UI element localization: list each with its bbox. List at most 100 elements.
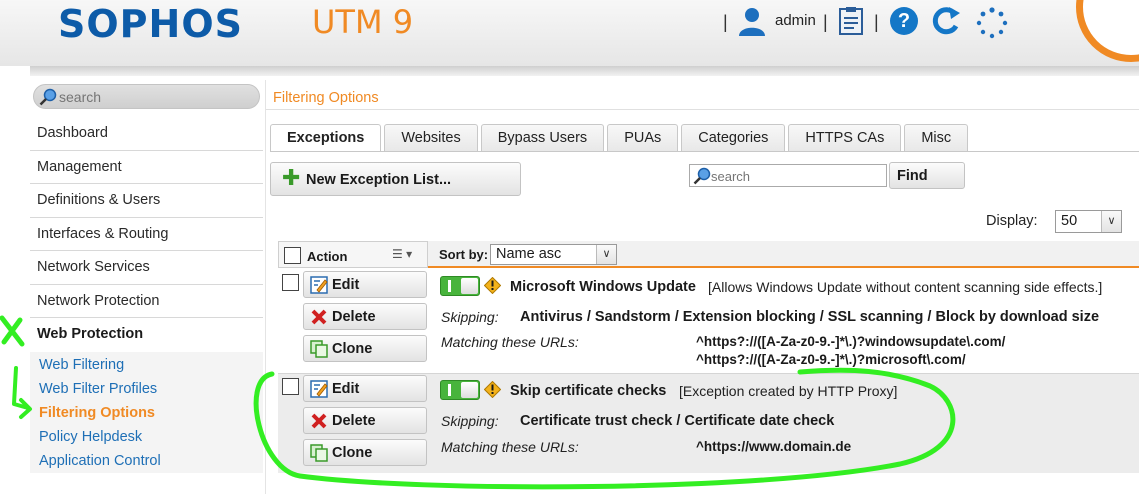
sidebar-search-input[interactable] (59, 88, 254, 106)
edit-button[interactable]: Edit (303, 375, 427, 402)
reload-icon[interactable] (930, 5, 962, 37)
sort-label: Sort by: (439, 247, 489, 262)
green-annotation-arrow (12, 366, 32, 419)
clone-label: Clone (332, 445, 373, 461)
sidebar-subitem-policy-helpdesk[interactable]: Policy Helpdesk (30, 425, 263, 449)
sidebar-subitem-web-filtering[interactable]: Web Filtering (30, 353, 263, 377)
sidebar-item-interfaces-routing[interactable]: Interfaces & Routing (30, 218, 263, 251)
new-exception-list-label: New Exception List... (306, 172, 452, 188)
sidebar-item-network-protection[interactable]: Network Protection (30, 285, 263, 318)
list-menu-icon[interactable]: ☰ ▾ (392, 247, 412, 261)
list-header: Action ☰ ▾ Sort by: Name asc ∨ (278, 241, 1139, 268)
sidebar-item-management[interactable]: Management (30, 151, 263, 184)
action-column-header: Action ☰ ▾ (278, 241, 428, 268)
skipping-value: Certificate trust check / Certificate da… (520, 413, 835, 429)
tab-bar: Exceptions Websites Bypass Users PUAs Ca… (270, 124, 971, 152)
status-toggle[interactable] (440, 380, 480, 400)
skipping-value: Antivirus / Sandstorm / Extension blocki… (520, 309, 1100, 325)
action-column-label: Action (307, 249, 348, 264)
delete-label: Delete (332, 413, 376, 429)
row-checkbox[interactable] (282, 274, 299, 291)
edit-icon (310, 276, 328, 294)
list-item: Edit Delete Clone Skip certificate check… (278, 373, 1139, 473)
exception-name: Microsoft Windows Update (510, 279, 696, 295)
sort-select[interactable]: Name asc ∨ (490, 244, 617, 265)
sidebar-item-definitions-users[interactable]: Definitions & Users (30, 184, 263, 218)
clone-button[interactable]: Clone (303, 439, 427, 466)
plus-icon: ✚ (282, 165, 301, 190)
display-count-select[interactable]: 50 ∨ (1055, 210, 1122, 233)
tab-exceptions[interactable]: Exceptions (270, 124, 382, 152)
tab-categories[interactable]: Categories (681, 124, 786, 151)
sidebar-subitem-filtering-options[interactable]: Filtering Options (30, 401, 263, 425)
sidebar-search[interactable] (33, 84, 260, 109)
delete-icon (311, 309, 327, 325)
busy-indicator-icon (976, 7, 1008, 39)
clone-label: Clone (332, 341, 373, 357)
delete-button[interactable]: Delete (303, 303, 427, 330)
help-icon[interactable]: ? (890, 7, 918, 35)
tab-puas[interactable]: PUAs (607, 124, 679, 151)
search-icon (693, 167, 711, 185)
list-search[interactable] (689, 164, 887, 187)
clone-icon (310, 340, 328, 358)
breadcrumb: Filtering Options (266, 85, 1139, 110)
new-exception-list-button[interactable]: ✚ New Exception List... (270, 162, 521, 196)
clone-button[interactable]: Clone (303, 335, 427, 362)
user-name[interactable]: admin (775, 12, 816, 29)
matching-urls-label: Matching these URLs: (441, 439, 579, 455)
product-name: UTM 9 (312, 3, 414, 41)
exception-description: [Exception created by HTTP Proxy] (679, 383, 898, 399)
sidebar-item-network-services[interactable]: Network Services (30, 251, 263, 285)
edit-label: Edit (332, 277, 360, 293)
exception-description: [Allows Windows Update without content s… (708, 279, 1103, 295)
live-log-icon[interactable] (837, 6, 865, 36)
tab-https-cas[interactable]: HTTPS CAs (788, 124, 902, 151)
green-annotation-x-mark (0, 315, 25, 347)
tab-websites[interactable]: Websites (384, 124, 478, 151)
header-separator: | (723, 12, 728, 32)
status-toggle[interactable] (440, 276, 480, 296)
info-diamond-icon (484, 277, 501, 294)
url-pattern: ^https?://([A-Za-z0-9.-]*\.)?windowsupda… (696, 334, 1006, 349)
url-pattern: ^https?://([A-Za-z0-9.-]*\.)?microsoft\.… (696, 352, 966, 367)
matching-urls-label: Matching these URLs: (441, 334, 579, 350)
clone-icon (310, 444, 328, 462)
edit-icon (310, 380, 328, 398)
page-title: Filtering Options (273, 90, 379, 106)
find-button-label: Find (897, 168, 928, 184)
url-pattern: ^https://www.domain.de (696, 439, 852, 454)
sort-value: Name asc (496, 246, 562, 262)
brand-ring-decoration (1076, 0, 1139, 62)
row-checkbox[interactable] (282, 378, 299, 395)
display-label: Display: (986, 213, 1038, 229)
chevron-down-icon: ∨ (1101, 211, 1121, 232)
header-separator: | (823, 12, 828, 32)
sidebar-subitem-application-control[interactable]: Application Control (30, 449, 263, 473)
edit-button[interactable]: Edit (303, 271, 427, 298)
tab-bar-underline (270, 151, 1139, 152)
sidebar-divider (265, 80, 266, 494)
app-header: SOPHOS UTM 9 | admin | | ? (0, 0, 1139, 66)
sidebar-nav: Dashboard Management Definitions & Users… (30, 117, 263, 473)
skipping-label: Skipping: (441, 309, 499, 325)
info-diamond-icon (484, 381, 501, 398)
tab-misc[interactable]: Misc (904, 124, 969, 151)
sidebar-subitem-web-filter-profiles[interactable]: Web Filter Profiles (30, 377, 263, 401)
delete-icon (311, 413, 327, 429)
brand-logo: SOPHOS (58, 2, 243, 46)
display-count-value: 50 (1061, 213, 1078, 229)
exception-name: Skip certificate checks (510, 383, 667, 399)
delete-button[interactable]: Delete (303, 407, 427, 434)
user-icon[interactable] (737, 6, 767, 36)
delete-label: Delete (332, 309, 376, 325)
list-search-input[interactable] (711, 168, 881, 184)
sidebar-item-dashboard[interactable]: Dashboard (30, 117, 263, 151)
list-item: Edit Delete Clone Microsoft Windows Upda… (278, 270, 1139, 370)
find-button[interactable]: Find (889, 162, 965, 189)
select-all-checkbox[interactable] (284, 247, 301, 264)
edit-label: Edit (332, 381, 360, 397)
search-icon (39, 88, 57, 106)
tab-bypass-users[interactable]: Bypass Users (480, 124, 605, 151)
sidebar-item-web-protection[interactable]: Web Protection (30, 318, 263, 352)
